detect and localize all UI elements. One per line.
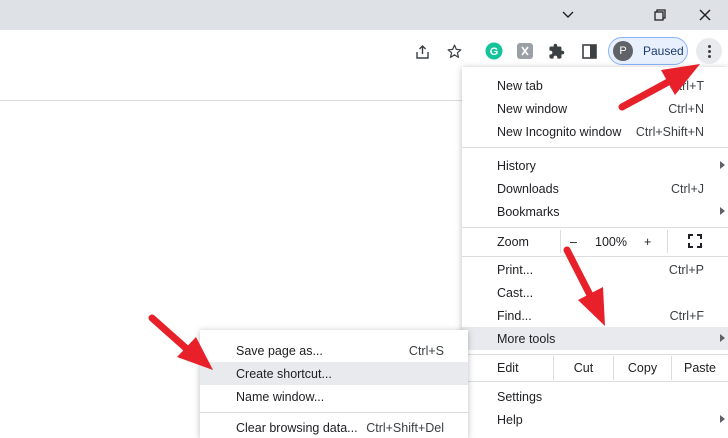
menu-item-print[interactable]: Print... Ctrl+P <box>462 258 728 281</box>
menu-item-label: Clear browsing data... <box>236 420 358 435</box>
menu-item-shortcut: Ctrl+F <box>669 308 704 323</box>
menu-item-label: Cast... <box>497 285 534 300</box>
menu-item-shortcut: Ctrl+P <box>668 262 704 277</box>
submenu-item-save-page[interactable]: Save page as... Ctrl+S <box>200 339 468 362</box>
copy-button[interactable]: Copy <box>613 356 671 380</box>
menu-item-settings[interactable]: Settings <box>462 385 728 408</box>
tab-search-button[interactable] <box>545 0 591 30</box>
menu-item-new-incognito[interactable]: New Incognito window Ctrl+Shift+N <box>462 120 728 143</box>
menu-item-history[interactable]: History <box>462 154 728 177</box>
submenu-arrow-icon <box>720 207 725 215</box>
side-panel-button[interactable] <box>577 39 601 63</box>
zoom-in-button[interactable]: + <box>644 235 651 249</box>
share-button[interactable] <box>410 39 434 63</box>
menu-item-label: New Incognito window <box>497 124 622 139</box>
extension-grey-icon <box>517 43 533 59</box>
menu-item-label: New window <box>497 101 568 116</box>
extensions-menu-button[interactable] <box>544 39 568 63</box>
restore-button[interactable] <box>637 0 683 30</box>
submenu-arrow-icon <box>720 415 725 423</box>
menu-item-cast[interactable]: Cast... <box>462 281 728 304</box>
submenu-arrow-icon <box>720 161 725 169</box>
menu-separator <box>462 147 728 148</box>
menu-item-label: Create shortcut... <box>236 366 332 381</box>
menu-item-shortcut: Ctrl+T <box>669 78 704 93</box>
close-window-button[interactable] <box>682 0 728 30</box>
menu-item-new-window[interactable]: New window Ctrl+N <box>462 97 728 120</box>
menu-separator <box>200 412 468 413</box>
close-icon <box>699 9 711 21</box>
three-dots-icon <box>707 44 711 58</box>
restore-icon <box>654 9 666 21</box>
grammarly-icon: G <box>485 42 503 60</box>
menu-item-more-tools[interactable]: More tools <box>462 327 728 350</box>
menu-item-bookmarks[interactable]: Bookmarks <box>462 200 728 223</box>
menu-separator <box>462 354 728 355</box>
svg-text:G: G <box>490 46 499 58</box>
puzzle-icon <box>548 43 564 59</box>
menu-item-label: Downloads <box>497 181 559 196</box>
menu-item-label: History <box>497 158 536 173</box>
menu-item-find[interactable]: Find... Ctrl+F <box>462 304 728 327</box>
menu-item-label: Zoom <box>497 234 529 249</box>
menu-item-label: Name window... <box>236 389 325 404</box>
submenu-item-clear-browsing-data[interactable]: Clear browsing data... Ctrl+Shift+Del <box>200 416 468 438</box>
profile-status-label: Paused <box>643 44 684 58</box>
chevron-down-icon <box>562 11 574 18</box>
cut-label: Cut <box>573 361 594 375</box>
menu-separator <box>462 256 728 257</box>
menu-item-label: More tools <box>497 331 556 346</box>
menu-item-shortcut: Ctrl+Shift+N <box>635 124 704 139</box>
browser-toolbar: G P Paused <box>0 30 728 72</box>
menu-item-label: Settings <box>497 389 543 404</box>
cut-button[interactable]: Cut <box>553 356 613 380</box>
menu-item-shortcut: Ctrl+Shift+Del <box>366 420 444 435</box>
menu-separator <box>462 381 728 382</box>
menu-item-label: Bookmarks <box>497 204 560 219</box>
menu-item-label: Find... <box>497 308 532 323</box>
title-bar <box>0 0 728 30</box>
star-icon <box>447 44 461 58</box>
menu-item-edit: Edit Cut Copy Paste <box>462 356 728 380</box>
paste-button[interactable]: Paste <box>671 356 728 380</box>
zoom-out-button[interactable]: – <box>570 235 577 249</box>
more-tools-submenu: Save page as... Ctrl+S Create shortcut..… <box>200 330 468 438</box>
fullscreen-icon[interactable] <box>688 234 702 248</box>
submenu-item-name-window[interactable]: Name window... <box>200 385 468 408</box>
grammarly-extension-button[interactable]: G <box>482 39 506 63</box>
copy-label: Copy <box>627 361 658 375</box>
submenu-item-create-shortcut[interactable]: Create shortcut... <box>200 362 468 385</box>
menu-item-new-tab[interactable]: New tab Ctrl+T <box>462 74 728 97</box>
avatar: P <box>613 41 633 61</box>
bookmark-star-button[interactable] <box>442 39 466 63</box>
zoom-level: 100% <box>595 234 627 249</box>
chrome-menu-button[interactable] <box>696 38 722 64</box>
menu-item-label: New tab <box>497 78 543 93</box>
menu-item-label: Print... <box>497 262 534 277</box>
submenu-arrow-icon <box>720 334 725 342</box>
menu-item-label: Edit <box>497 360 519 375</box>
menu-item-shortcut: Ctrl+S <box>408 343 444 358</box>
side-panel-icon <box>581 43 597 59</box>
menu-item-label: Save page as... <box>236 343 323 358</box>
toolbar-divider <box>0 100 462 101</box>
menu-item-label: Help <box>497 412 523 427</box>
chrome-main-menu: New tab Ctrl+T New window Ctrl+N New Inc… <box>462 67 728 438</box>
menu-item-zoom: Zoom – 100% + <box>462 230 728 253</box>
menu-item-shortcut: Ctrl+J <box>671 181 704 196</box>
menu-separator <box>462 227 728 228</box>
menu-item-downloads[interactable]: Downloads Ctrl+J <box>462 177 728 200</box>
menu-item-help[interactable]: Help <box>462 408 728 431</box>
profile-button[interactable]: P Paused <box>608 37 688 65</box>
extension-button[interactable] <box>513 39 537 63</box>
share-icon <box>415 44 429 59</box>
menu-item-shortcut: Ctrl+N <box>668 101 704 116</box>
paste-label: Paste <box>684 361 716 375</box>
